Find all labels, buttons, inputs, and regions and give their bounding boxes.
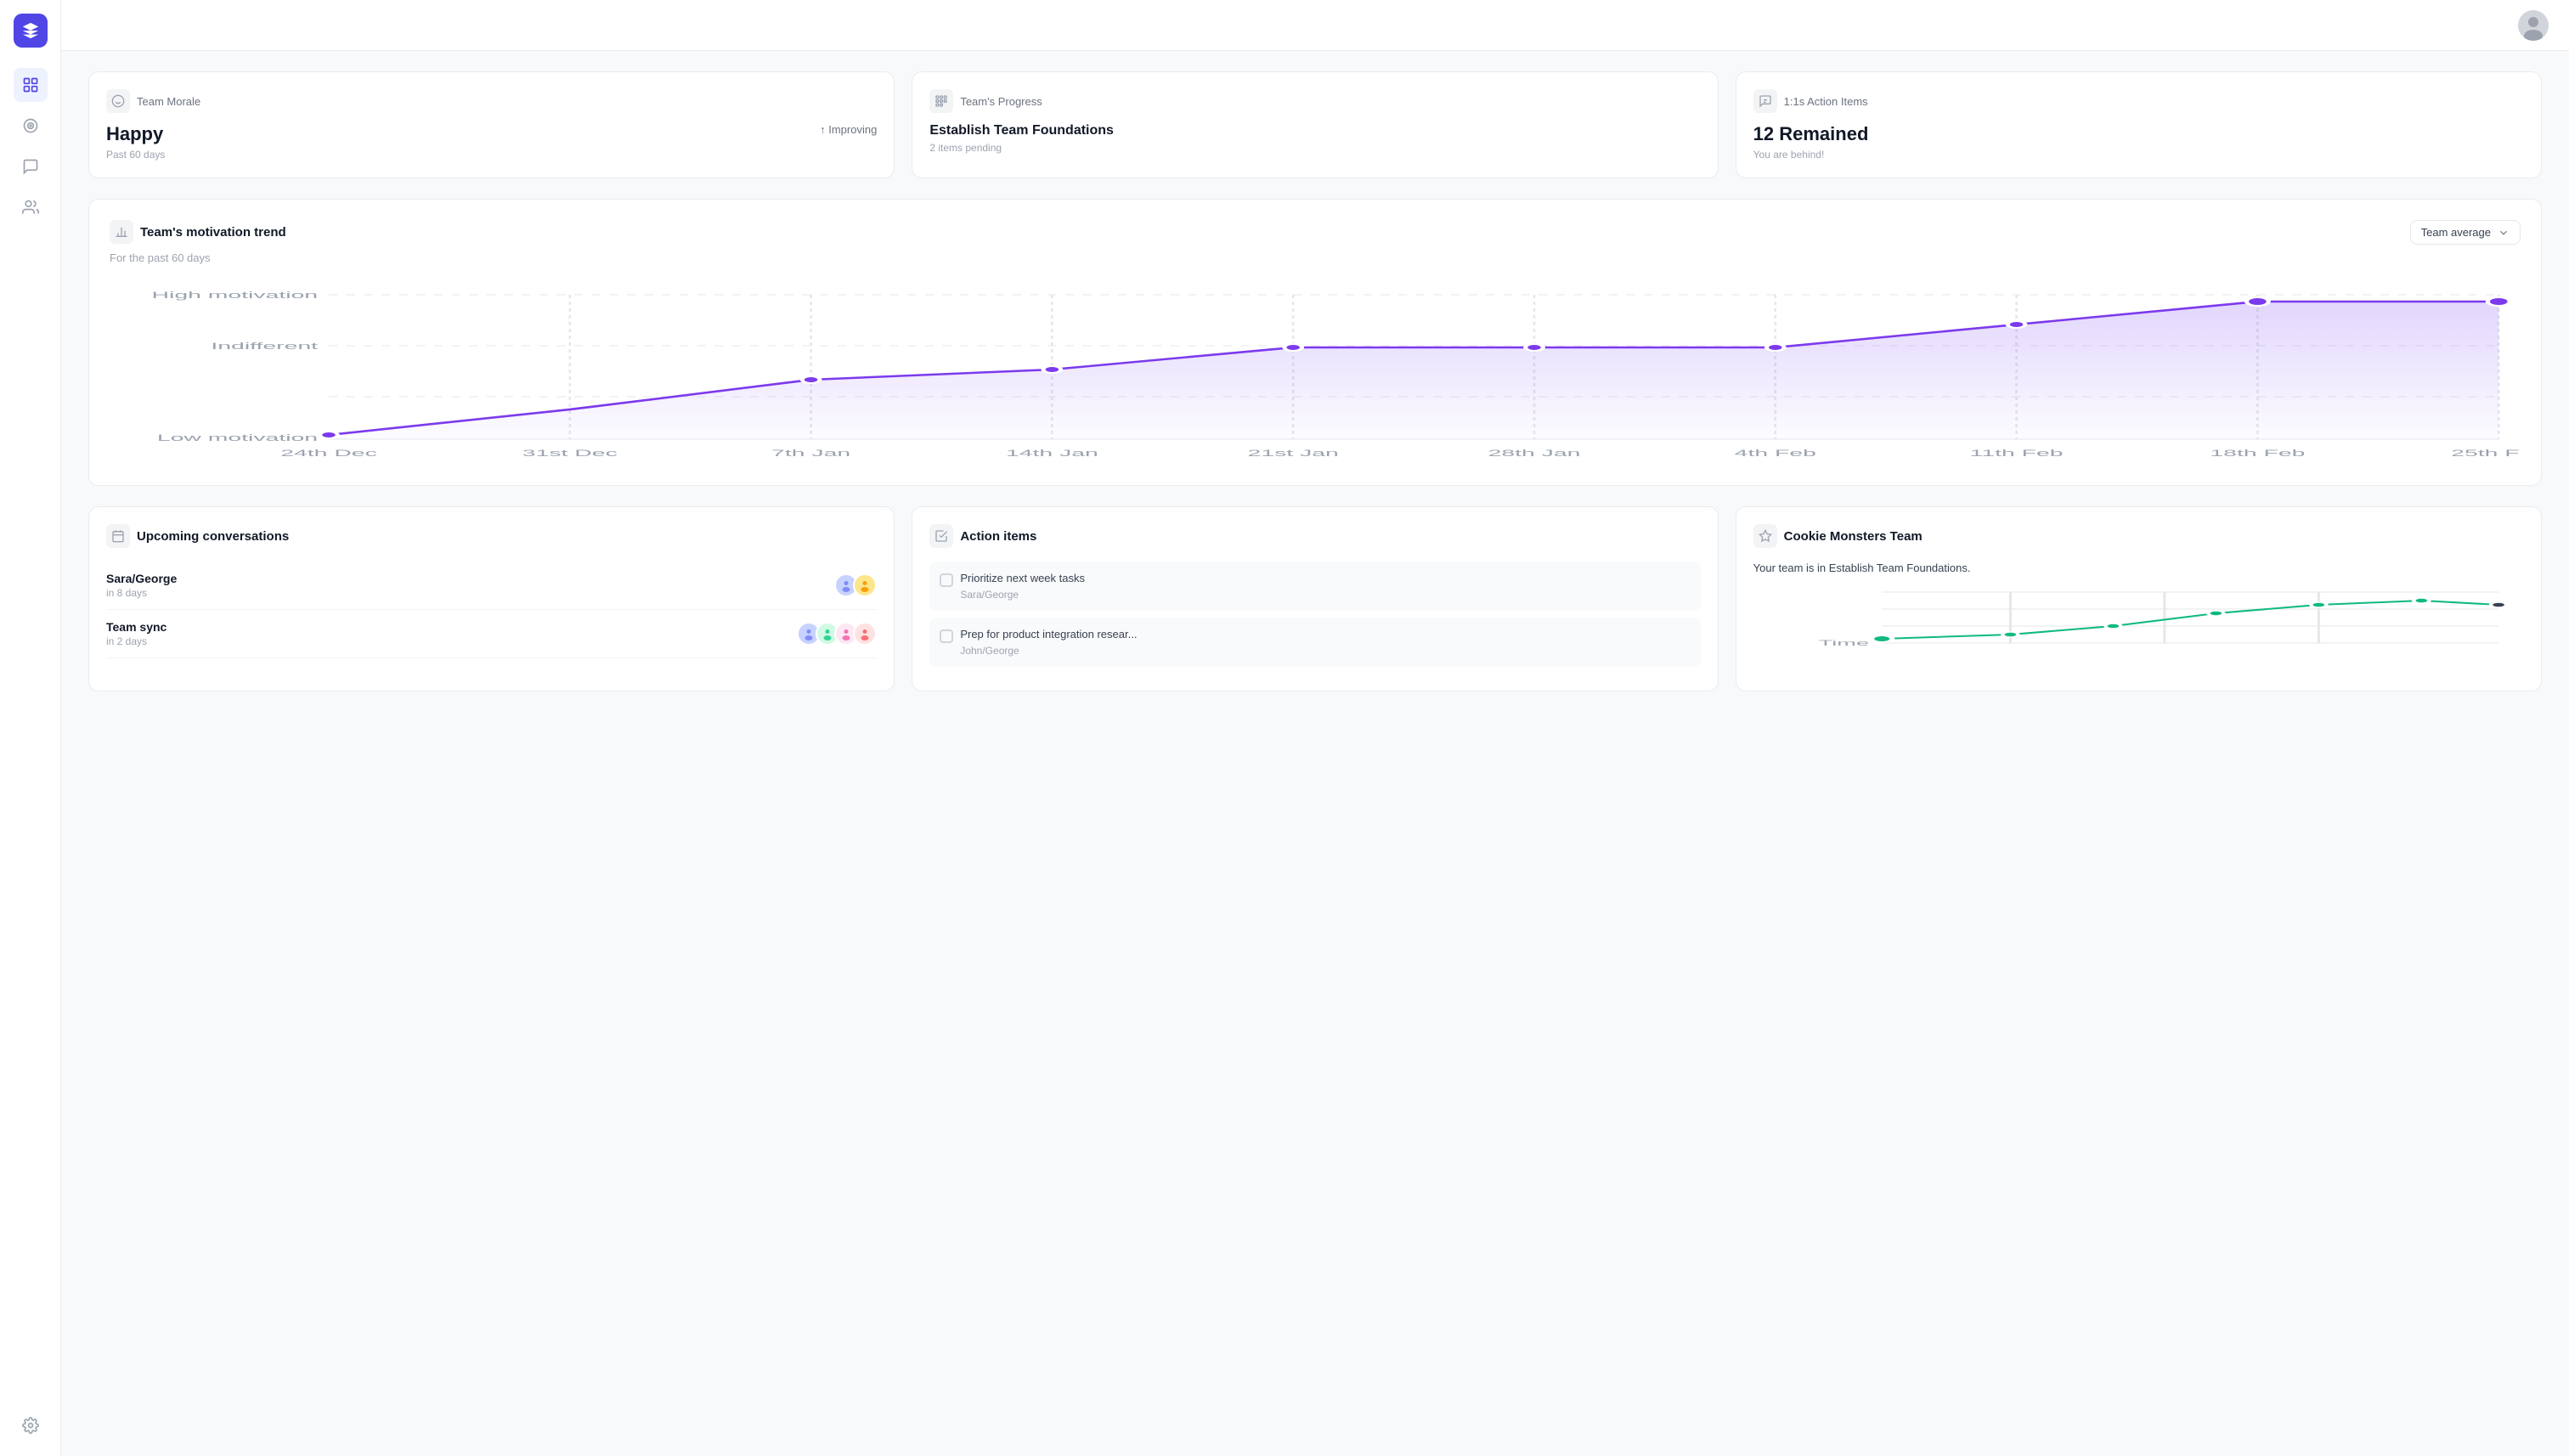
upcoming-conversations-card: Upcoming conversations Sara/George in 8 …: [88, 506, 895, 691]
team-progress-title: Team's Progress: [960, 95, 1042, 108]
motivation-chart: High motivation Indifferent Low motivati…: [110, 278, 2521, 465]
team-progress-bottom-card: Cookie Monsters Team Your team is in Est…: [1736, 506, 2542, 691]
bottom-cards: Upcoming conversations Sara/George in 8 …: [88, 506, 2542, 691]
sidebar-item-team[interactable]: [14, 190, 48, 224]
chart-header: Team's motivation trend Team average: [110, 220, 2521, 245]
action-item-2-assignee: John/George: [940, 645, 1690, 657]
team-progress-value: Establish Team Foundations: [929, 123, 1700, 138]
team-progress-bottom-icon: [1753, 524, 1777, 548]
conv-time-team-sync: in 2 days: [106, 635, 167, 647]
action-item-2-row: Prep for product integration resear...: [940, 628, 1690, 643]
sidebar-item-dashboard[interactable]: [14, 68, 48, 102]
upcoming-conversations-header: Upcoming conversations: [106, 524, 877, 548]
chart-subtitle: For the past 60 days: [110, 251, 2521, 264]
summary-cards: Team Morale Happy Past 60 days ↑ Improvi…: [88, 71, 2542, 178]
team-morale-title: Team Morale: [137, 95, 200, 108]
team-progress-bottom-title: Cookie Monsters Team: [1784, 529, 1923, 544]
action-item-1-text: Prioritize next week tasks: [960, 572, 1085, 584]
sidebar-item-conversations[interactable]: [14, 150, 48, 183]
chevron-down-icon: [2498, 227, 2510, 239]
action-item-1: Prioritize next week tasks Sara/George: [929, 562, 1700, 611]
svg-text:4th Feb: 4th Feb: [1735, 448, 1816, 458]
action-items-card: 1:1s Action Items 12 Remained You are be…: [1736, 71, 2542, 178]
avatar-2: [853, 573, 877, 597]
app-logo[interactable]: [14, 14, 48, 48]
conv-avatars-sara-george: [834, 573, 877, 597]
chart-filter-dropdown[interactable]: Team average: [2410, 220, 2521, 245]
chart-title-row: Team's motivation trend: [110, 220, 286, 244]
svg-text:7th Jan: 7th Jan: [771, 448, 850, 458]
action-items-header: 1:1s Action Items: [1753, 89, 2524, 113]
upcoming-conversations-title: Upcoming conversations: [137, 529, 289, 544]
conv-time-sara-george: in 8 days: [106, 587, 177, 599]
team-progress-bottom-header: Cookie Monsters Team: [1753, 524, 2524, 548]
conversation-item-team-sync: Team sync in 2 days: [106, 610, 877, 658]
avatar-6: [853, 622, 877, 646]
team-morale-badge: ↑ Improving: [820, 123, 877, 136]
sidebar-item-settings[interactable]: [14, 1408, 48, 1442]
action-items-value: 12 Remained: [1753, 123, 2524, 145]
svg-text:21st Jan: 21st Jan: [1248, 448, 1339, 458]
team-mini-chart: Time: [1753, 588, 2524, 656]
action-items-bottom-title: Action items: [960, 529, 1036, 544]
action-items-bottom-card: Action items Prioritize next week tasks …: [912, 506, 1718, 691]
team-progress-icon: [929, 89, 953, 113]
action-items-title: 1:1s Action Items: [1784, 95, 1868, 108]
user-avatar[interactable]: [2518, 10, 2549, 41]
action-items-bottom-header: Action items: [929, 524, 1700, 548]
svg-text:25th Feb: 25th Feb: [2451, 448, 2521, 458]
team-description: Your team is in Establish Team Foundatio…: [1753, 562, 2524, 574]
team-morale-card: Team Morale Happy Past 60 days ↑ Improvi…: [88, 71, 895, 178]
action-item-1-row: Prioritize next week tasks: [940, 572, 1690, 587]
team-progress-sub: 2 items pending: [929, 142, 1700, 154]
svg-text:28th Jan: 28th Jan: [1488, 448, 1581, 458]
team-morale-sub: Past 60 days: [106, 149, 165, 161]
conv-avatars-team-sync: [797, 622, 877, 646]
svg-text:Low motivation: Low motivation: [157, 432, 318, 443]
content-area: Team Morale Happy Past 60 days ↑ Improvi…: [61, 51, 2569, 1456]
action-items-bottom-icon: [929, 524, 953, 548]
svg-text:14th Jan: 14th Jan: [1006, 448, 1098, 458]
sidebar-item-goals[interactable]: [14, 109, 48, 143]
svg-text:31st Dec: 31st Dec: [522, 448, 618, 458]
team-progress-header: Team's Progress: [929, 89, 1700, 113]
action-item-2-checkbox[interactable]: [940, 629, 953, 643]
svg-text:High motivation: High motivation: [152, 290, 319, 300]
action-items-sub: You are behind!: [1753, 149, 2524, 161]
main-content: Team Morale Happy Past 60 days ↑ Improvi…: [61, 0, 2569, 1456]
team-morale-value: Happy: [106, 123, 165, 145]
action-item-1-checkbox[interactable]: [940, 573, 953, 587]
action-item-2: Prep for product integration resear... J…: [929, 618, 1700, 667]
conv-name-sara-george: Sara/George: [106, 572, 177, 585]
chart-svg: High motivation Indifferent Low motivati…: [110, 278, 2521, 465]
team-morale-header: Team Morale: [106, 89, 877, 113]
conversation-item-sara-george: Sara/George in 8 days: [106, 562, 877, 610]
team-progress-card: Team's Progress Establish Team Foundatio…: [912, 71, 1718, 178]
svg-text:11th Feb: 11th Feb: [1970, 448, 2064, 458]
svg-text:18th Feb: 18th Feb: [2210, 448, 2305, 458]
team-morale-icon: [106, 89, 130, 113]
svg-text:24th Dec: 24th Dec: [280, 448, 377, 458]
sidebar: [0, 0, 61, 1456]
action-item-2-text: Prep for product integration resear...: [960, 628, 1137, 641]
action-items-icon: [1753, 89, 1777, 113]
header: [61, 0, 2569, 51]
chart-title: Team's motivation trend: [140, 225, 286, 240]
motivation-chart-card: Team's motivation trend Team average For…: [88, 199, 2542, 486]
svg-text:Time: Time: [1818, 639, 1868, 647]
team-morale-main: Happy Past 60 days ↑ Improving: [106, 123, 877, 161]
upcoming-conversations-icon: [106, 524, 130, 548]
conv-name-team-sync: Team sync: [106, 620, 167, 634]
svg-text:Indifferent: Indifferent: [211, 341, 318, 351]
action-item-1-assignee: Sara/George: [940, 589, 1690, 601]
chart-icon: [110, 220, 133, 244]
